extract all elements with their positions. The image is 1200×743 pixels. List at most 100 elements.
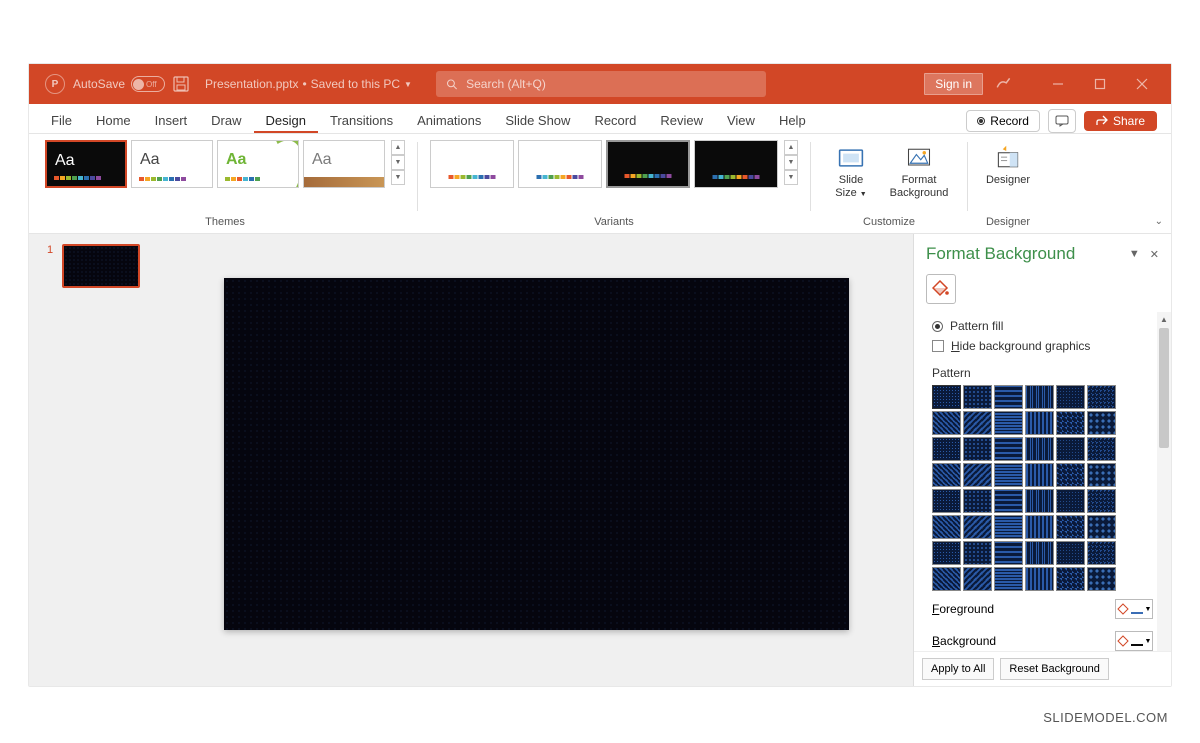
tab-animations[interactable]: Animations — [405, 107, 493, 133]
pattern-swatch-19[interactable] — [932, 463, 961, 487]
pattern-swatch-27[interactable] — [994, 489, 1023, 513]
pattern-swatch-33[interactable] — [994, 515, 1023, 539]
pattern-swatch-8[interactable] — [963, 411, 992, 435]
record-button[interactable]: Record — [966, 110, 1040, 132]
pattern-swatch-21[interactable] — [994, 463, 1023, 487]
pattern-swatch-24[interactable] — [1087, 463, 1116, 487]
fill-tab-icon[interactable] — [926, 274, 956, 304]
pattern-swatch-25[interactable] — [932, 489, 961, 513]
pattern-swatch-47[interactable] — [1056, 567, 1085, 591]
share-button[interactable]: Share — [1084, 111, 1157, 131]
pattern-swatch-10[interactable] — [1025, 411, 1054, 435]
pattern-swatch-43[interactable] — [932, 567, 961, 591]
pattern-swatch-46[interactable] — [1025, 567, 1054, 591]
background-color-button[interactable]: ▼ — [1115, 631, 1153, 651]
pattern-swatch-9[interactable] — [994, 411, 1023, 435]
pattern-swatch-1[interactable] — [932, 385, 961, 409]
format-background-button[interactable]: FormatBackground — [883, 140, 955, 203]
pattern-swatch-14[interactable] — [963, 437, 992, 461]
group-themes: Aa Aa Aa Aa ▲▼▼ Themes — [39, 138, 411, 233]
tab-transitions[interactable]: Transitions — [318, 107, 405, 133]
tab-review[interactable]: Review — [648, 107, 715, 133]
themes-gallery-buttons[interactable]: ▲▼▼ — [391, 140, 405, 185]
taskpane-menu-icon[interactable]: ▼ — [1129, 248, 1140, 260]
pattern-swatch-40[interactable] — [1025, 541, 1054, 565]
autosave-toggle[interactable]: AutoSave Off — [73, 76, 165, 92]
tab-record[interactable]: Record — [582, 107, 648, 133]
pattern-swatch-48[interactable] — [1087, 567, 1116, 591]
tab-file[interactable]: File — [39, 107, 84, 133]
close-button[interactable] — [1121, 64, 1163, 104]
pattern-swatch-41[interactable] — [1056, 541, 1085, 565]
hide-bg-checkbox[interactable]: Hide background graphics — [932, 336, 1171, 356]
pattern-swatch-22[interactable] — [1025, 463, 1054, 487]
pattern-swatch-34[interactable] — [1025, 515, 1054, 539]
variant-1[interactable] — [430, 140, 514, 188]
pattern-swatch-29[interactable] — [1056, 489, 1085, 513]
pattern-swatch-36[interactable] — [1087, 515, 1116, 539]
apply-to-all-button[interactable]: Apply to All — [922, 658, 994, 680]
pattern-swatch-2[interactable] — [963, 385, 992, 409]
pattern-swatch-4[interactable] — [1025, 385, 1054, 409]
tab-home[interactable]: Home — [84, 107, 143, 133]
variants-gallery-buttons[interactable]: ▲▼▼ — [784, 140, 798, 185]
pattern-swatch-44[interactable] — [963, 567, 992, 591]
reset-background-button[interactable]: Reset Background — [1000, 658, 1109, 680]
pattern-swatch-23[interactable] — [1056, 463, 1085, 487]
pattern-swatch-18[interactable] — [1087, 437, 1116, 461]
pattern-swatch-5[interactable] — [1056, 385, 1085, 409]
tab-design[interactable]: Design — [254, 107, 318, 133]
pattern-swatch-26[interactable] — [963, 489, 992, 513]
pattern-swatch-45[interactable] — [994, 567, 1023, 591]
taskpane-close-icon[interactable]: ✕ — [1150, 248, 1159, 261]
tab-insert[interactable]: Insert — [143, 107, 200, 133]
comments-button[interactable] — [1048, 109, 1076, 133]
pattern-swatch-11[interactable] — [1056, 411, 1085, 435]
pattern-swatch-32[interactable] — [963, 515, 992, 539]
foreground-color-button[interactable]: ▼ — [1115, 599, 1153, 619]
variant-4[interactable] — [694, 140, 778, 188]
taskpane-scrollbar[interactable]: ▲ — [1157, 312, 1171, 651]
search-box[interactable] — [436, 71, 766, 97]
theme-2[interactable]: Aa — [131, 140, 213, 188]
pattern-swatch-17[interactable] — [1056, 437, 1085, 461]
slide-thumbnail-1[interactable] — [62, 244, 140, 288]
pattern-swatch-39[interactable] — [994, 541, 1023, 565]
pattern-swatch-37[interactable] — [932, 541, 961, 565]
variant-2[interactable] — [518, 140, 602, 188]
maximize-button[interactable] — [1079, 64, 1121, 104]
designer-button[interactable]: Designer — [980, 140, 1036, 191]
search-input[interactable] — [466, 77, 756, 91]
collapse-ribbon-icon[interactable]: ⌄ — [1155, 216, 1163, 227]
pattern-swatch-35[interactable] — [1056, 515, 1085, 539]
pattern-swatch-13[interactable] — [932, 437, 961, 461]
document-title[interactable]: Presentation.pptx • Saved to this PC ▼ — [205, 77, 412, 91]
tab-slideshow[interactable]: Slide Show — [493, 107, 582, 133]
pattern-swatch-6[interactable] — [1087, 385, 1116, 409]
pattern-swatch-31[interactable] — [932, 515, 961, 539]
theme-1[interactable]: Aa — [45, 140, 127, 188]
pattern-swatch-15[interactable] — [994, 437, 1023, 461]
pattern-swatch-30[interactable] — [1087, 489, 1116, 513]
pattern-swatch-12[interactable] — [1087, 411, 1116, 435]
pattern-fill-radio[interactable]: Pattern fill — [932, 316, 1171, 336]
theme-3[interactable]: Aa — [217, 140, 299, 188]
pattern-swatch-3[interactable] — [994, 385, 1023, 409]
tab-draw[interactable]: Draw — [199, 107, 253, 133]
coming-soon-icon[interactable] — [995, 75, 1013, 93]
pattern-swatch-38[interactable] — [963, 541, 992, 565]
sign-in-button[interactable]: Sign in — [924, 73, 983, 95]
pattern-swatch-16[interactable] — [1025, 437, 1054, 461]
save-icon[interactable] — [173, 76, 189, 92]
pattern-swatch-42[interactable] — [1087, 541, 1116, 565]
slide-size-button[interactable]: SlideSize ▼ — [823, 140, 879, 203]
slide-canvas[interactable] — [224, 278, 849, 630]
minimize-button[interactable] — [1037, 64, 1079, 104]
tab-view[interactable]: View — [715, 107, 767, 133]
theme-4[interactable]: Aa — [303, 140, 385, 188]
variant-3[interactable] — [606, 140, 690, 188]
pattern-swatch-28[interactable] — [1025, 489, 1054, 513]
pattern-swatch-7[interactable] — [932, 411, 961, 435]
tab-help[interactable]: Help — [767, 107, 818, 133]
pattern-swatch-20[interactable] — [963, 463, 992, 487]
